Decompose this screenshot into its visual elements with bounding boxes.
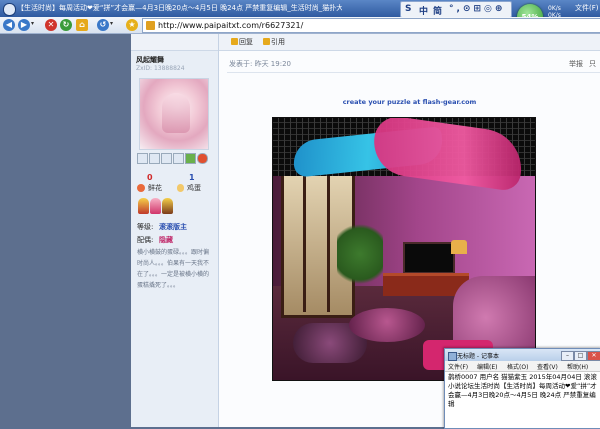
author-action-icons <box>137 152 215 164</box>
author-signature: 横小横鼓的蛋碌。。。跟时偏时尚人。。。伯果有一天我不在了。。。一定是被横小横的蛋… <box>137 249 210 289</box>
back-button[interactable]: ◀ <box>3 19 15 31</box>
profile-icon[interactable] <box>137 153 148 164</box>
close-button[interactable]: ✕ <box>587 351 600 361</box>
puzzle-caption-link[interactable]: create your puzzle at flash-gear.com <box>219 98 600 106</box>
notepad-window[interactable]: 无标题 - 记事本 – □ ✕ 文件(F) 编辑(E) 格式(O) 查看(V) … <box>444 348 600 429</box>
ime-script-toggle[interactable]: 简 <box>433 4 442 17</box>
message-icon[interactable] <box>149 153 160 164</box>
window-title-bar: 【生活时尚】每周活动❤爱“拼”才会赢—4月3日晚20点～4月5日 晚24点 严禁… <box>0 0 600 18</box>
medal-icon <box>150 198 161 214</box>
minimize-button[interactable]: – <box>561 351 574 361</box>
forward-button[interactable]: ▶ <box>18 19 30 31</box>
history-button[interactable]: ↺ <box>97 19 109 31</box>
address-url[interactable]: http://www.paipaitxt.com/r6627321/ <box>158 20 303 31</box>
left-background-strip <box>0 34 131 427</box>
address-bar[interactable]: http://www.paipaitxt.com/r6627321/ <box>142 18 600 33</box>
partner-value: 隐藏 <box>159 236 173 244</box>
quote-button[interactable]: 引用 <box>271 37 285 47</box>
notepad-title-bar[interactable]: 无标题 - 记事本 – □ ✕ <box>445 349 600 361</box>
post-photo-interior[interactable] <box>272 117 536 381</box>
post-actions-bar: 回复 引用 <box>219 34 600 51</box>
medal-icon <box>138 198 149 214</box>
report-link[interactable]: 举报 <box>569 59 583 69</box>
reply-icon[interactable] <box>231 38 238 45</box>
eggs-label[interactable]: 鸡蛋 <box>187 183 201 193</box>
notepad-menu-peek: 文件(F) <box>575 4 599 12</box>
menu-format[interactable]: 格式(O) <box>507 362 528 371</box>
ime-language-toggle[interactable]: 中 <box>419 4 428 17</box>
notepad-text-area[interactable]: 鹊桥0007 用户名 猫猫紫玉 2015年04月04日 滚滚小说论坛生活时尚【生… <box>448 373 598 409</box>
notepad-icon <box>448 352 457 361</box>
add-friend-icon[interactable] <box>185 153 196 164</box>
author-profile-panel: 风起耀舞 ZxID: 13888824 0 1 鲜花 鸡蛋 等级: 滚滚版主 配… <box>131 34 219 427</box>
avatar[interactable] <box>139 78 209 150</box>
level-label: 等级: <box>137 223 154 231</box>
profile-header-bar <box>131 34 218 51</box>
level-value: 滚滚版主 <box>159 223 187 231</box>
ime-toolbar[interactable]: S 中 简 °,⊙⊞◎⊕ <box>400 1 512 18</box>
stop-button[interactable]: ✕ <box>45 19 57 31</box>
ime-logo-icon[interactable]: S <box>405 4 411 14</box>
favorites-star-button[interactable]: ★ <box>126 19 138 31</box>
author-id: ZxID: 13888824 <box>136 65 185 72</box>
maximize-button[interactable]: □ <box>574 351 587 361</box>
refresh-button[interactable]: ↻ <box>60 19 72 31</box>
medal-icon <box>162 198 173 214</box>
notepad-menu-bar: 文件(F) 编辑(E) 格式(O) 查看(V) 帮助(H) <box>445 361 600 372</box>
flower-icon[interactable] <box>137 184 145 192</box>
eggs-count: 1 <box>189 173 195 182</box>
avatar-figure-image <box>162 93 190 133</box>
quote-icon[interactable] <box>263 38 270 45</box>
photo-plant <box>337 218 383 290</box>
medal-badges <box>138 198 174 216</box>
browser-app-icon <box>3 3 16 16</box>
forward-dropdown-icon[interactable]: ▾ <box>31 20 34 27</box>
photo-window-frame <box>303 162 306 312</box>
author-username[interactable]: 风起耀舞 <box>136 55 164 65</box>
divider <box>227 72 600 73</box>
egg-icon[interactable] <box>177 184 184 192</box>
window-title: 【生活时尚】每周活动❤爱“拼”才会赢—4月3日晚20点～4月5日 晚24点 严禁… <box>17 4 342 12</box>
ime-tool-icons[interactable]: °,⊙⊞◎⊕ <box>449 4 505 14</box>
notepad-title: 无标题 - 记事本 <box>457 353 499 360</box>
qq-icon[interactable] <box>197 153 208 164</box>
post-timestamp: 发表于: 昨天 19:20 <box>229 60 291 68</box>
menu-file[interactable]: 文件(F) <box>448 362 468 371</box>
blog-icon[interactable] <box>173 153 184 164</box>
menu-edit[interactable]: 编辑(E) <box>477 362 497 371</box>
page-favicon-icon <box>146 21 155 30</box>
menu-view[interactable]: 查看(V) <box>537 362 558 371</box>
partner-label: 配偶: <box>137 236 154 244</box>
flowers-count: 0 <box>147 173 153 182</box>
home-button[interactable]: ⌂ <box>76 19 88 31</box>
history-dropdown-icon[interactable]: ▾ <box>110 20 113 27</box>
view-author-only-link[interactable]: 只 <box>589 59 596 69</box>
reply-button[interactable]: 回复 <box>239 37 253 47</box>
menu-help[interactable]: 帮助(H) <box>567 362 588 371</box>
upload-speed: 0K/s <box>548 5 561 12</box>
browser-toolbar: ◀ ▶ ▾ ✕ ↻ ⌂ ↺ ▾ ★ http://www.paipaitxt.c… <box>0 17 600 34</box>
photo-window-frame <box>327 162 330 312</box>
photo-ottoman <box>349 308 425 342</box>
photo-tv <box>403 242 455 274</box>
flowers-label[interactable]: 鲜花 <box>148 183 162 193</box>
search-posts-icon[interactable] <box>161 153 172 164</box>
photo-lamp <box>451 240 467 254</box>
